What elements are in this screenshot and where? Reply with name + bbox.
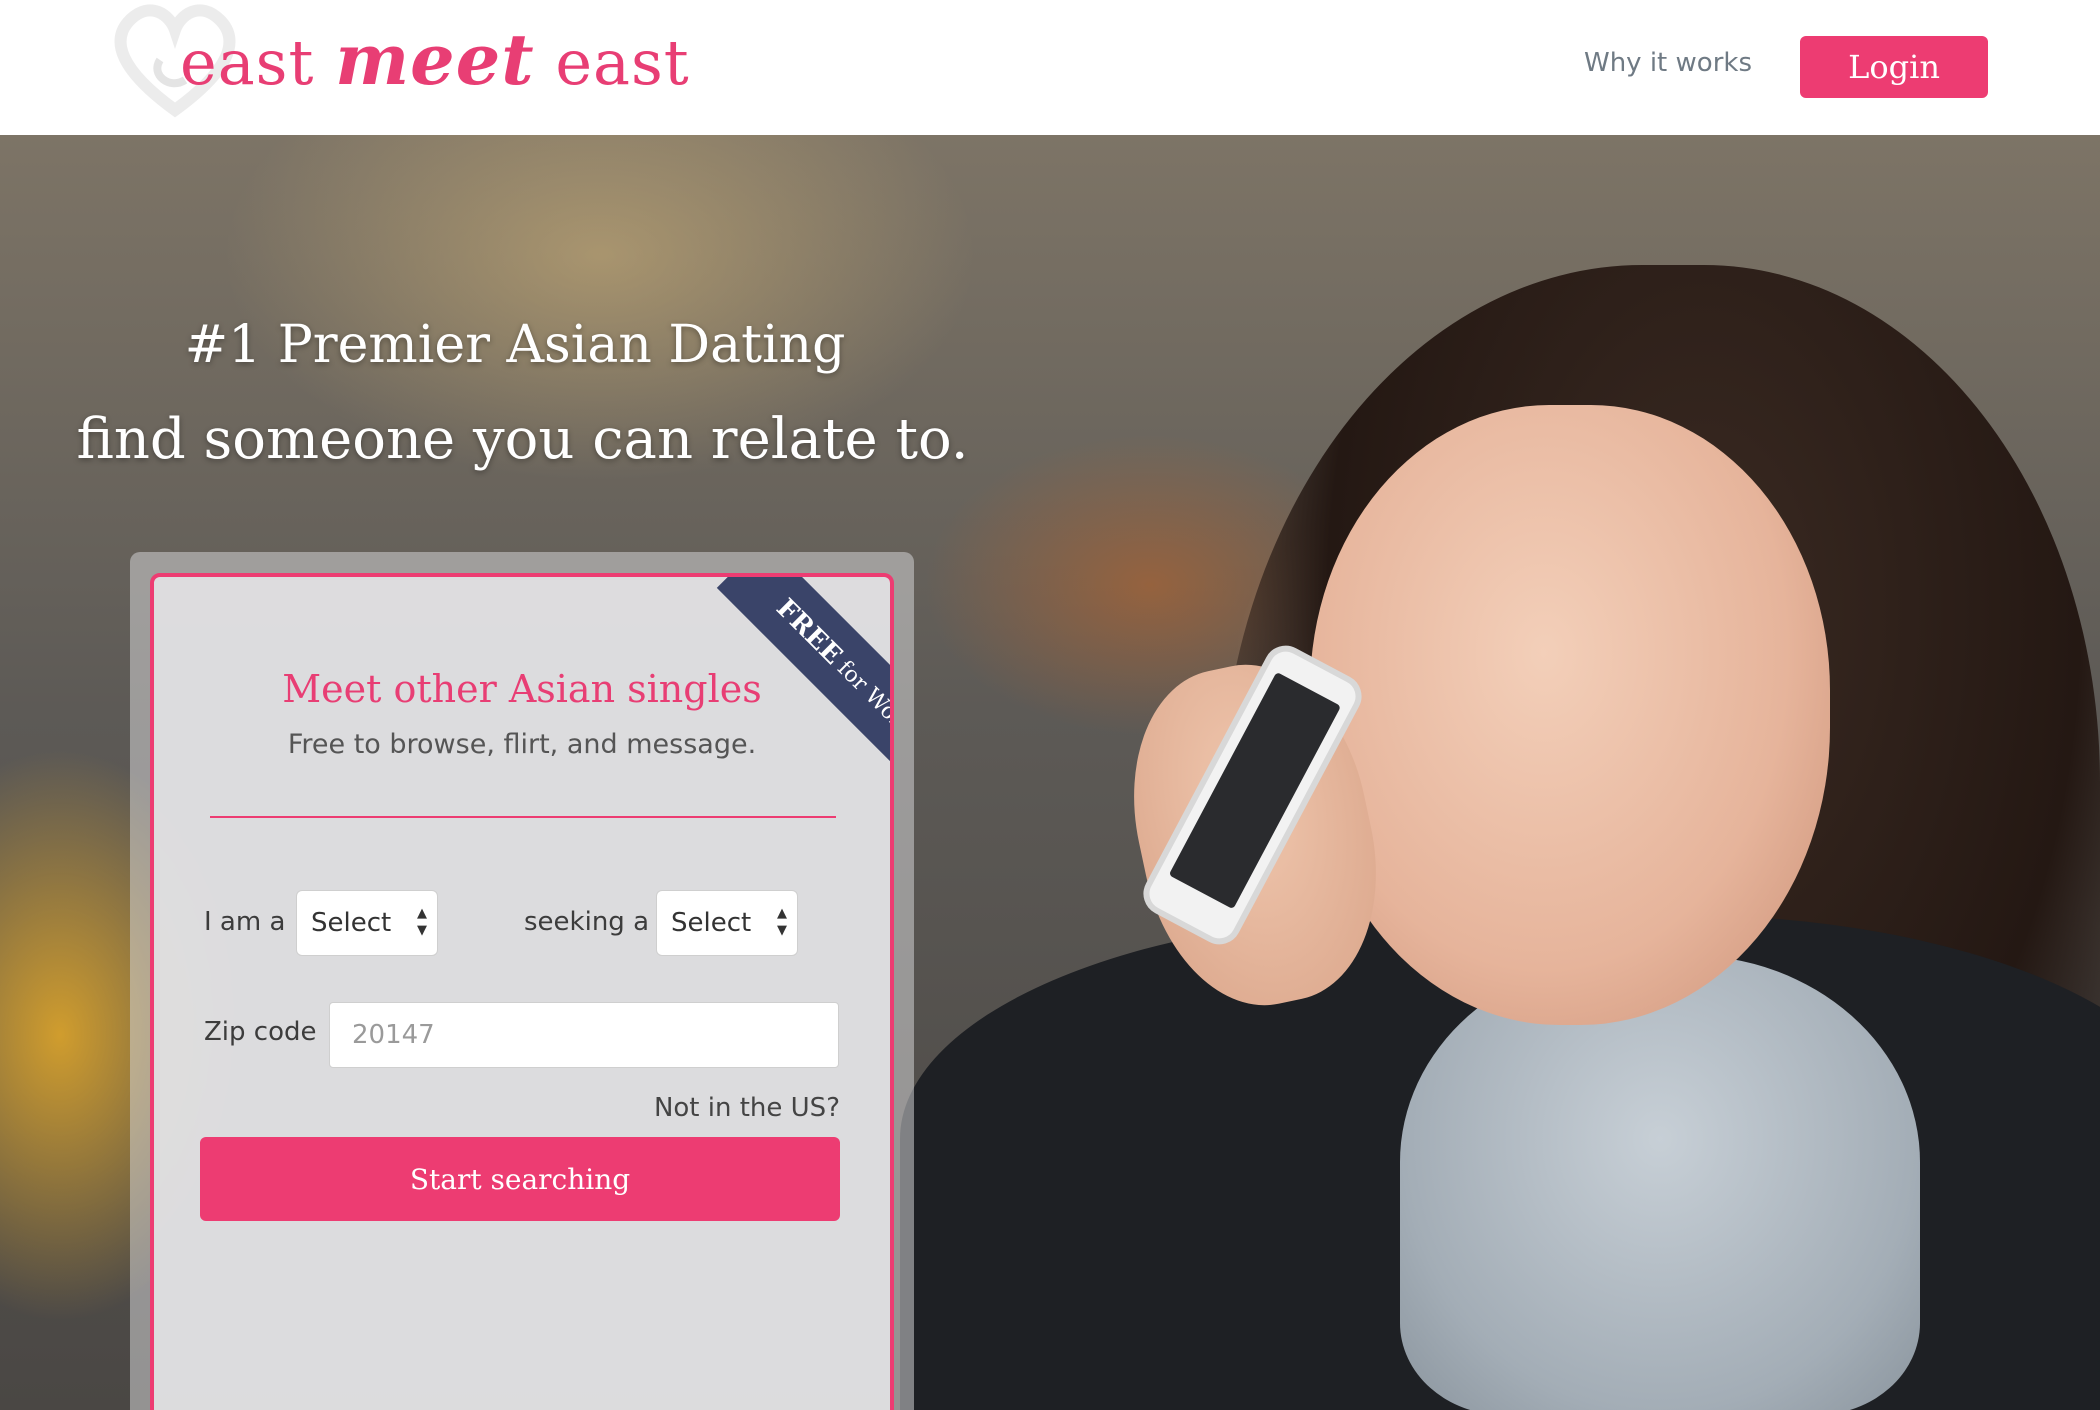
start-searching-button[interactable]: Start searching (200, 1137, 840, 1221)
not-in-us-link[interactable]: Not in the US? (654, 1093, 840, 1123)
signup-card: FREE for Women Meet other Asian singles F… (150, 573, 894, 1410)
logo-meet: meet (335, 18, 535, 101)
gender-select[interactable]: Select ▲ ▼ (296, 890, 438, 956)
seeking-select[interactable]: Select ▲ ▼ (656, 890, 798, 956)
why-it-works-link[interactable]: Why it works (1584, 48, 1752, 78)
seeking-label: seeking a (524, 907, 649, 937)
hero-subheadline: find someone you can relate to. (76, 407, 969, 472)
site-header: east meet east Why it works Login (0, 0, 2100, 135)
logo-east-2: east (555, 26, 690, 99)
iam-label: I am a (204, 907, 286, 937)
card-title: Meet other Asian singles (282, 667, 762, 711)
select-arrows-icon: ▲ ▼ (777, 906, 787, 938)
card-divider (210, 816, 836, 818)
logo-east-1: east (180, 26, 315, 99)
logo[interactable]: east meet east (110, 0, 689, 130)
hero-headline: #1 Premier Asian Dating (184, 315, 846, 375)
hero-photo-face (1310, 405, 1830, 1025)
hero-section: #1 Premier Asian Dating find someone you… (0, 135, 2100, 1410)
select-arrows-icon: ▲ ▼ (417, 906, 427, 938)
zip-label: Zip code (204, 1017, 317, 1047)
zip-code-input[interactable] (329, 1002, 839, 1068)
seeking-select-value: Select (671, 908, 752, 938)
gender-select-value: Select (311, 908, 392, 938)
ribbon-free-text: FREE (770, 593, 848, 671)
hero-photo-scarf (1400, 955, 1920, 1410)
logo-text: east meet east (180, 18, 690, 101)
login-button[interactable]: Login (1800, 36, 1988, 98)
card-subtitle: Free to browse, flirt, and message. (287, 729, 757, 760)
